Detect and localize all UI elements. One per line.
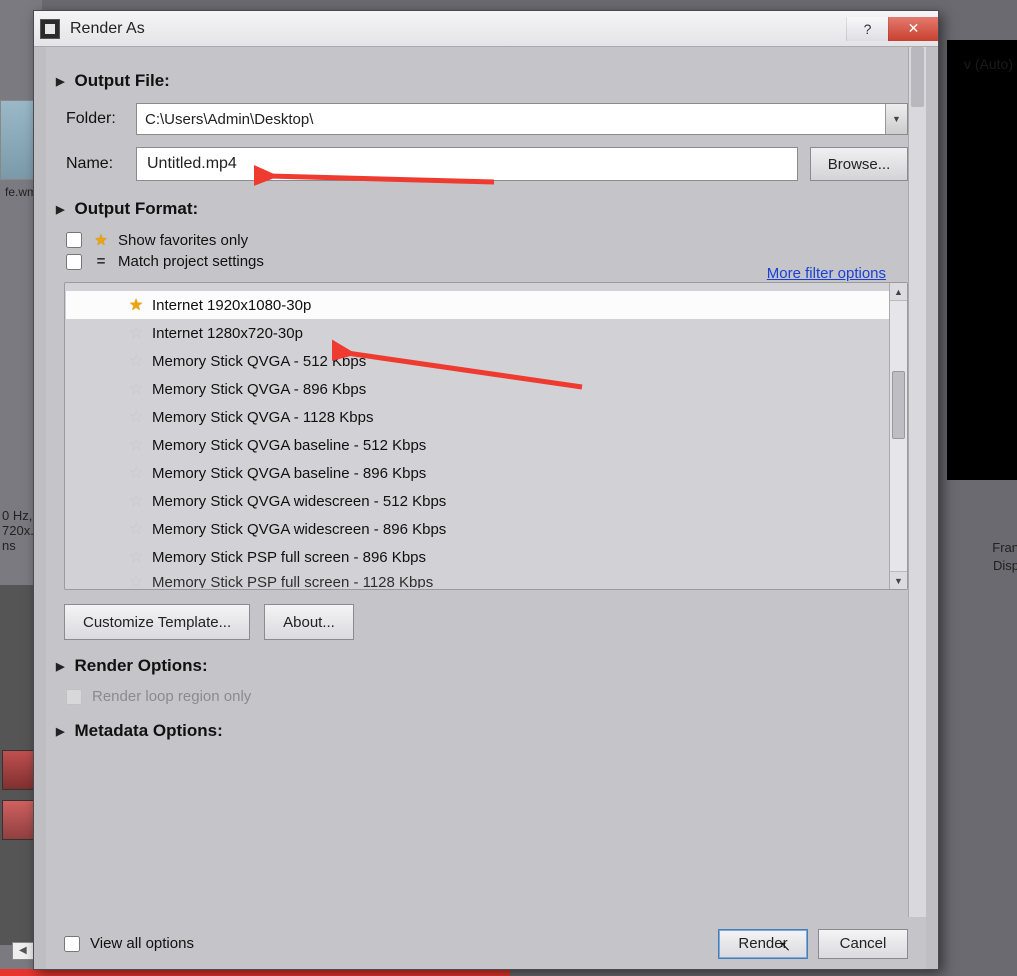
format-list-container: ★ Internet 1920x1080-30p ☆ Internet 1280x72… <box>64 282 908 590</box>
render-as-dialog: Render As ? ✕ ▶ Output File: Folder: C:\… <box>33 10 939 970</box>
filename-input[interactable] <box>136 147 798 181</box>
format-item-label: Memory Stick QVGA - 512 Kbps <box>152 353 366 370</box>
about-button[interactable]: About... <box>264 604 354 640</box>
template-button-row: Customize Template... About... <box>64 604 908 640</box>
chevron-right-icon: ▶ <box>56 725 64 738</box>
chevron-right-icon: ▶ <box>56 75 64 88</box>
render-button[interactable]: Render ↖ <box>718 929 808 959</box>
section-output-file[interactable]: ▶ Output File: <box>56 71 908 91</box>
equals-icon: = <box>92 253 110 270</box>
background-right-info1: Fran <box>992 540 1017 555</box>
section-render-options[interactable]: ▶ Render Options: <box>56 656 908 676</box>
match-project-label: Match project settings <box>118 253 264 270</box>
chevron-right-icon: ▶ <box>56 203 64 216</box>
format-item[interactable]: ☆ Memory Stick QVGA baseline - 512 Kbps <box>66 431 889 459</box>
format-item-label: Memory Stick QVGA - 1128 Kbps <box>152 409 373 426</box>
app-icon <box>40 19 60 39</box>
format-item-label: Memory Stick PSP full screen - 1128 Kbps <box>152 574 433 589</box>
name-label: Name: <box>66 155 136 173</box>
loop-region-checkbox <box>66 689 82 705</box>
folder-value: C:\Users\Admin\Desktop\ <box>145 111 313 128</box>
star-icon[interactable]: ☆ <box>126 463 146 483</box>
help-button[interactable]: ? <box>846 17 888 41</box>
scroll-down-icon[interactable]: ▼ <box>890 571 907 589</box>
view-all-options-label: View all options <box>90 935 194 952</box>
browse-button[interactable]: Browse... <box>810 147 908 181</box>
background-left-info: 0 Hz, 720x. ns <box>2 508 34 553</box>
section-label: Output Format: <box>74 199 198 219</box>
loop-region-row: Render loop region only <box>66 688 908 705</box>
format-list[interactable]: ★ Internet 1920x1080-30p ☆ Internet 1280x72… <box>66 291 889 588</box>
format-item[interactable]: ☆ Memory Stick QVGA - 1128 Kbps <box>66 403 889 431</box>
view-all-options-row: View all options <box>64 935 194 952</box>
scroll-thumb[interactable] <box>911 47 924 107</box>
scroll-thumb[interactable] <box>892 371 905 439</box>
format-item[interactable]: ☆ Memory Stick QVGA - 896 Kbps <box>66 375 889 403</box>
format-item[interactable]: ☆ Memory Stick PSP full screen - 896 Kbps <box>66 543 889 571</box>
cancel-button[interactable]: Cancel <box>818 929 908 959</box>
star-icon[interactable]: ☆ <box>126 379 146 399</box>
star-icon[interactable]: ☆ <box>126 351 146 371</box>
format-item-label: Memory Stick QVGA baseline - 896 Kbps <box>152 465 426 482</box>
show-favorites-checkbox[interactable] <box>66 232 82 248</box>
star-icon[interactable]: ☆ <box>126 547 146 567</box>
section-output-format[interactable]: ▶ Output Format: <box>56 199 908 219</box>
loop-region-label: Render loop region only <box>92 688 251 705</box>
dialog-title: Render As <box>70 20 145 38</box>
view-all-options-checkbox[interactable] <box>64 936 80 952</box>
render-button-label: Render <box>738 935 787 952</box>
show-favorites-row: ★ Show favorites only <box>66 231 908 249</box>
section-label: Render Options: <box>74 656 207 676</box>
name-row: Name: Browse... <box>66 147 908 181</box>
scroll-up-icon[interactable]: ▲ <box>890 283 907 301</box>
dropdown-button[interactable]: ▼ <box>885 104 907 134</box>
dialog-body: ▶ Output File: Folder: C:\Users\Admin\De… <box>46 47 926 917</box>
format-item-label: Memory Stick QVGA widescreen - 512 Kbps <box>152 493 446 510</box>
background-right-info2: Disp <box>993 558 1017 573</box>
close-button[interactable]: ✕ <box>888 17 938 41</box>
background-preview-label: v (Auto) <box>964 56 1013 72</box>
format-item[interactable]: ☆ Memory Stick QVGA widescreen - 896 Kbps <box>66 515 889 543</box>
format-item[interactable]: ☆ Memory Stick QVGA - 512 Kbps <box>66 347 889 375</box>
star-icon[interactable]: ☆ <box>126 519 146 539</box>
format-item[interactable]: ☆ Memory Stick QVGA baseline - 896 Kbps <box>66 459 889 487</box>
star-icon[interactable]: ☆ <box>126 435 146 455</box>
format-item-label: Memory Stick QVGA widescreen - 896 Kbps <box>152 521 446 538</box>
match-project-checkbox[interactable] <box>66 254 82 270</box>
titlebar[interactable]: Render As ? ✕ <box>34 11 938 47</box>
chevron-right-icon: ▶ <box>56 660 64 673</box>
section-metadata-options[interactable]: ▶ Metadata Options: <box>56 721 908 741</box>
customize-template-button[interactable]: Customize Template... <box>64 604 250 640</box>
format-item-label: Memory Stick QVGA baseline - 512 Kbps <box>152 437 426 454</box>
format-item[interactable]: ☆ Memory Stick QVGA widescreen - 512 Kbps <box>66 487 889 515</box>
folder-row: Folder: C:\Users\Admin\Desktop\ ▼ <box>66 103 908 135</box>
format-item-label: Memory Stick QVGA - 896 Kbps <box>152 381 366 398</box>
star-icon: ★ <box>92 231 110 249</box>
annotation-bottom-bar <box>0 969 510 976</box>
star-icon[interactable]: ★ <box>126 295 146 315</box>
background-preview-dark <box>947 40 1017 480</box>
star-icon[interactable]: ☆ <box>126 323 146 343</box>
section-label: Output File: <box>74 71 169 91</box>
format-item-selected[interactable]: ★ Internet 1920x1080-30p <box>66 291 889 319</box>
star-icon[interactable]: ☆ <box>126 407 146 427</box>
show-favorites-label: Show favorites only <box>118 232 248 249</box>
format-item[interactable]: ☆ Internet 1280x720-30p <box>66 319 889 347</box>
star-icon[interactable]: ☆ <box>126 572 146 588</box>
format-scrollbar[interactable]: ▲ ▼ <box>889 283 907 589</box>
format-item[interactable]: ☆ Memory Stick PSP full screen - 1128 Kbp… <box>66 571 889 588</box>
format-item-label: Memory Stick PSP full screen - 896 Kbps <box>152 549 426 566</box>
folder-dropdown[interactable]: C:\Users\Admin\Desktop\ ▼ <box>136 103 908 135</box>
body-scrollbar[interactable] <box>908 47 926 917</box>
format-item-label: Internet 1280x720-30p <box>152 325 303 342</box>
star-icon[interactable]: ☆ <box>126 491 146 511</box>
section-label: Metadata Options: <box>74 721 222 741</box>
dialog-footer: View all options Render ↖ Cancel <box>46 917 926 969</box>
format-item-label: Internet 1920x1080-30p <box>152 297 311 314</box>
chevron-down-icon: ▼ <box>892 114 901 124</box>
more-filter-options-link[interactable]: More filter options <box>767 265 886 282</box>
folder-label: Folder: <box>66 110 136 128</box>
